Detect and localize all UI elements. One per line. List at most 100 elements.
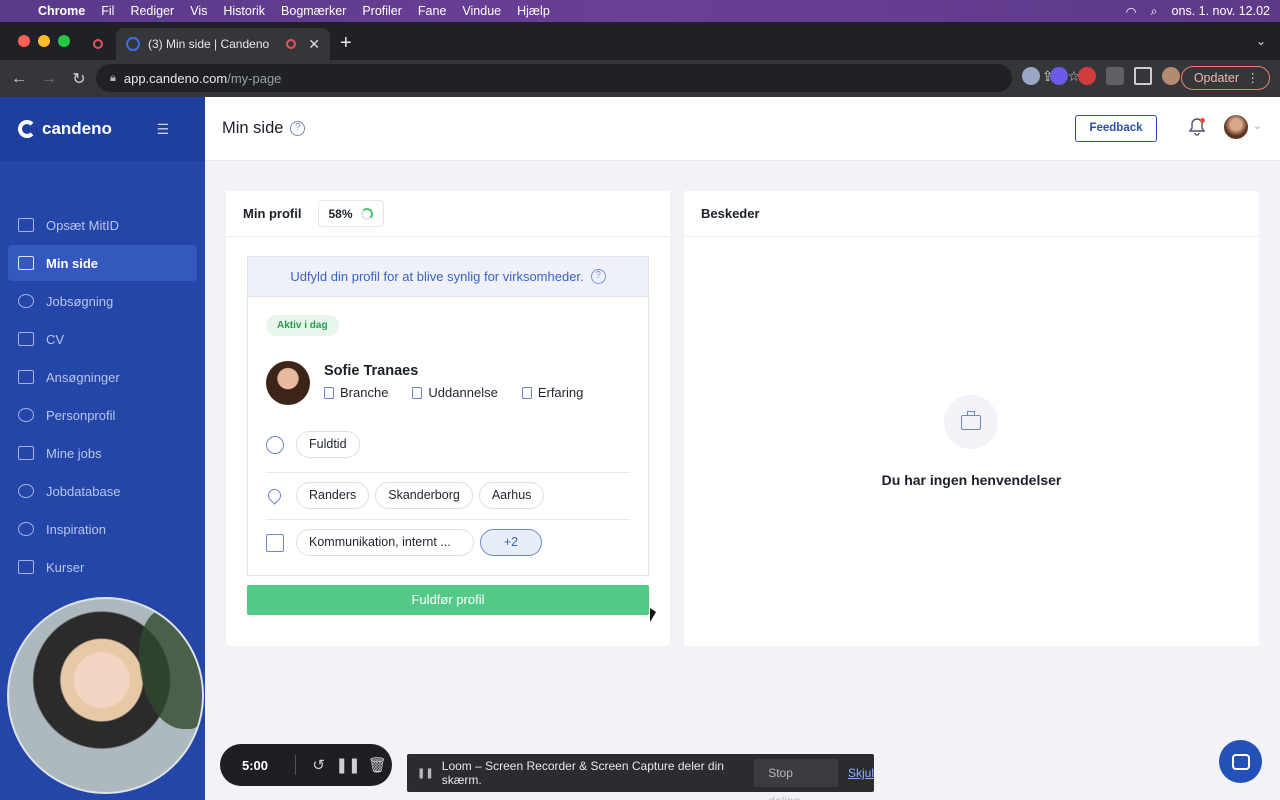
minimize-window-icon[interactable] xyxy=(38,35,50,47)
brand-area: candeno ☰ xyxy=(0,97,205,161)
close-window-icon[interactable] xyxy=(18,35,30,47)
employment-row: Fuldtid xyxy=(266,431,630,458)
fact-branche[interactable]: Branche xyxy=(324,385,388,400)
sidebar-item-kurser[interactable]: Kurser xyxy=(8,549,197,585)
url-bar[interactable]: 🔒︎ app.candeno.com/my-page xyxy=(96,64,1012,92)
profile-completion-badge: 58% xyxy=(317,200,384,227)
tab-title: (3) Min side | Candeno xyxy=(148,37,270,51)
notification-dot xyxy=(1200,118,1205,123)
sidepanel-icon[interactable] xyxy=(1134,67,1152,85)
menu-item-4[interactable]: Bogmærker xyxy=(281,4,346,18)
candeno-favicon-icon xyxy=(126,37,140,51)
books-icon xyxy=(412,386,423,399)
menu-item-8[interactable]: Hjælp xyxy=(517,4,550,18)
update-button[interactable]: Opdater ⋮ xyxy=(1180,66,1270,90)
menu-item-5[interactable]: Profiler xyxy=(362,4,402,18)
location-chip[interactable]: Skanderborg xyxy=(375,482,473,509)
menu-item-3[interactable]: Historik xyxy=(223,4,265,18)
profile-avatar-icon[interactable] xyxy=(1162,67,1180,85)
fact-uddannelse[interactable]: Uddannelse xyxy=(412,385,498,400)
messages-card: Beskeder Du har ingen henvendelser xyxy=(684,191,1259,646)
recording-tab-icon[interactable] xyxy=(93,39,103,49)
profile-prompt: Udfyld din profil for at blive synlig fo… xyxy=(247,256,649,297)
collapse-sidebar-icon[interactable]: ☰ xyxy=(156,121,169,138)
location-row: Randers Skanderborg Aarhus xyxy=(265,482,630,509)
lock-icon[interactable]: 🔒︎ xyxy=(110,72,116,85)
sidebar-item-opsaet-mitid[interactable]: Opsæt MitID xyxy=(8,207,197,243)
location-pin-icon xyxy=(265,486,284,505)
notification-bell-icon[interactable] xyxy=(1188,118,1206,136)
document-icon xyxy=(18,332,34,346)
search-icon[interactable]: ⌕ xyxy=(1151,4,1158,19)
progress-ring-icon xyxy=(360,207,373,220)
trash-icon[interactable]: 🗑︎ xyxy=(363,756,392,774)
mouse-cursor xyxy=(650,608,656,622)
fact-erfaring[interactable]: Erfaring xyxy=(521,385,583,400)
new-tab-icon[interactable]: + xyxy=(340,32,352,55)
briefcase-icon xyxy=(521,386,532,399)
menu-item-7[interactable]: Vindue xyxy=(462,4,501,18)
sidebar-item-personprofil[interactable]: Personprofil xyxy=(8,397,197,433)
calendar-icon xyxy=(18,256,34,270)
monitor-icon xyxy=(18,560,34,574)
building-icon xyxy=(324,386,334,399)
sidebar-item-mine-jobs[interactable]: Mine jobs xyxy=(8,435,197,471)
messages-card-header: Beskeder xyxy=(684,191,1259,237)
sidebar-item-min-side[interactable]: Min side xyxy=(8,245,197,281)
reload-icon[interactable]: ↻ xyxy=(64,69,94,89)
sidebar-item-jobsogning[interactable]: Jobsøgning xyxy=(8,283,197,319)
location-chip[interactable]: Aarhus xyxy=(478,482,545,509)
browser-tabbar: (3) Min side | Candeno ✕ + ⌄ xyxy=(0,22,1280,60)
screen-share-bar: ❚❚ Loom – Screen Recorder & Screen Captu… xyxy=(407,754,874,800)
browser-tab-active[interactable]: (3) Min side | Candeno ✕ xyxy=(116,28,330,60)
sidebar-item-ansogninger[interactable]: Ansøgninger xyxy=(8,359,197,395)
candeno-logo-icon[interactable] xyxy=(18,120,36,138)
clock-icon xyxy=(266,435,284,454)
recording-indicator-icon xyxy=(286,39,297,49)
extension-icon[interactable] xyxy=(1078,67,1096,85)
user-avatar[interactable] xyxy=(1224,115,1248,139)
sidebar-item-inspiration[interactable]: Inspiration xyxy=(8,511,197,547)
webcam-bubble[interactable] xyxy=(7,597,204,794)
chat-launcher-button[interactable] xyxy=(1219,740,1262,783)
pause-icon[interactable]: ❚❚ xyxy=(333,756,362,774)
kebab-menu-icon[interactable]: ⋮ xyxy=(1247,67,1260,89)
menubar-clock[interactable]: ons. 1. nov. 12.02 xyxy=(1172,4,1270,18)
id-card-icon xyxy=(18,218,34,232)
tab-search-chevron-icon[interactable]: ⌄ xyxy=(1256,34,1266,48)
lightbulb-icon xyxy=(18,522,34,536)
menu-item-1[interactable]: Rediger xyxy=(130,4,174,18)
wifi-icon[interactable]: ◠ xyxy=(1126,4,1137,19)
maximize-window-icon[interactable] xyxy=(58,35,70,47)
menu-item-6[interactable]: Fane xyxy=(418,4,447,18)
extension-icon[interactable] xyxy=(1022,67,1040,85)
menu-app[interactable]: Chrome xyxy=(38,4,85,18)
help-icon[interactable]: ? xyxy=(290,121,306,136)
handshake-icon xyxy=(18,294,34,308)
chevron-down-icon[interactable]: ⌄ xyxy=(1253,121,1261,132)
forward-icon[interactable]: → xyxy=(34,70,64,88)
menu-item-0[interactable]: Fil xyxy=(101,4,114,18)
help-icon[interactable]: ? xyxy=(590,269,606,284)
restart-icon[interactable]: ↺ xyxy=(304,756,333,774)
sidebar-item-jobdatabase[interactable]: Jobdatabase xyxy=(8,473,197,509)
back-icon[interactable]: ← xyxy=(4,70,34,88)
chat-icon xyxy=(1231,753,1250,770)
puzzle-icon[interactable] xyxy=(1106,67,1124,85)
briefcase-icon xyxy=(18,446,34,460)
employment-chip[interactable]: Fuldtid xyxy=(296,431,360,458)
skill-chip[interactable]: Kommunikation, internt ... xyxy=(296,529,474,556)
complete-profile-button[interactable]: Fuldfør profil xyxy=(247,585,649,615)
close-tab-icon[interactable]: ✕ xyxy=(308,36,320,53)
sidebar-item-cv[interactable]: CV xyxy=(8,321,197,357)
hide-link[interactable]: Skjul xyxy=(848,766,874,780)
sidebar-nav: Opsæt MitID Min side Jobsøgning CV Ansøg… xyxy=(0,207,205,587)
drag-handle-icon[interactable]: ❚❚ xyxy=(417,768,434,779)
extension-icon[interactable] xyxy=(1050,67,1068,85)
more-skills-chip[interactable]: +2 xyxy=(480,529,542,556)
brand-name[interactable]: candeno xyxy=(42,119,112,139)
feedback-button[interactable]: Feedback xyxy=(1075,115,1157,142)
menu-item-2[interactable]: Vis xyxy=(190,4,207,18)
stop-sharing-button[interactable]: Stop deling xyxy=(754,759,838,800)
location-chip[interactable]: Randers xyxy=(296,482,370,509)
